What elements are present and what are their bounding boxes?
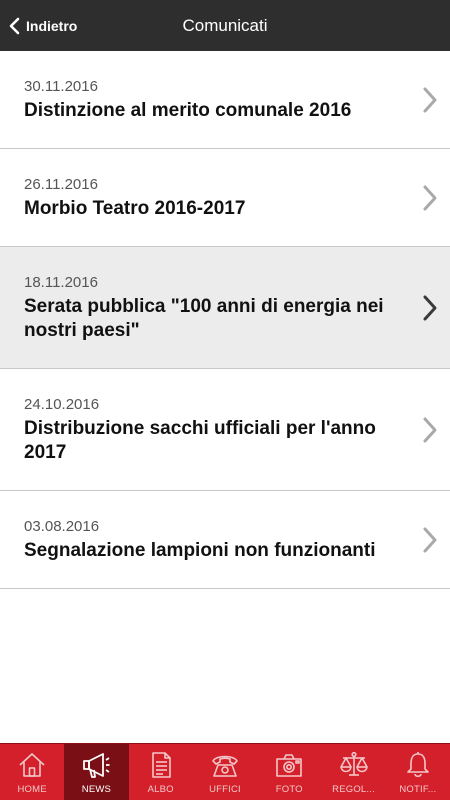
tab-albo[interactable]: ALBO: [129, 744, 193, 800]
chevron-right-icon: [423, 295, 437, 320]
news-item[interactable]: 24.10.2016 Distribuzione sacchi ufficial…: [0, 369, 450, 491]
news-title: Segnalazione lampioni non funzionanti: [24, 540, 376, 561]
tab-news[interactable]: NEWS: [64, 744, 129, 800]
news-date: 18.11.2016: [24, 274, 98, 291]
tab-foto[interactable]: FOTO: [257, 744, 321, 800]
scales-icon: [339, 751, 368, 776]
tab-label: NOTIF...: [399, 784, 437, 795]
news-date: 26.11.2016: [24, 176, 98, 193]
tab-uffici[interactable]: UFFICI: [193, 744, 257, 800]
news-item[interactable]: 30.11.2016 Distinzione al merito comunal…: [0, 51, 450, 149]
tab-label: HOME: [17, 784, 47, 795]
bell-icon: [407, 752, 429, 778]
tab-notifiche[interactable]: NOTIF...: [386, 744, 450, 800]
tab-regolamenti[interactable]: REGOL...: [321, 744, 385, 800]
back-button[interactable]: Indietro: [8, 0, 77, 51]
news-date: 30.11.2016: [24, 78, 98, 95]
news-title: Morbio Teatro 2016-2017: [24, 198, 246, 219]
news-date: 03.08.2016: [24, 518, 100, 535]
chevron-right-icon: [423, 417, 437, 442]
chevron-right-icon: [423, 185, 437, 210]
home-icon: [19, 753, 45, 777]
tab-label: REGOL...: [332, 784, 375, 795]
news-date: 24.10.2016: [24, 396, 100, 413]
chevron-left-icon: [9, 17, 20, 34]
chevron-right-icon: [423, 87, 437, 112]
document-icon: [151, 752, 171, 778]
tab-label: UFFICI: [209, 784, 241, 795]
megaphone-icon: [83, 753, 110, 778]
tab-label: ALBO: [147, 784, 174, 795]
news-title: Distribuzione sacchi ufficiali per l'ann…: [24, 418, 376, 463]
news-title: Distinzione al merito comunale 2016: [24, 100, 352, 121]
news-item[interactable]: 26.11.2016 Morbio Teatro 2016-2017: [0, 149, 450, 247]
top-bar: Indietro Comunicati: [0, 0, 450, 51]
telephone-icon: [212, 755, 238, 777]
news-list: 30.11.2016 Distinzione al merito comunal…: [0, 51, 450, 589]
back-label: Indietro: [26, 17, 78, 34]
news-item[interactable]: 03.08.2016 Segnalazione lampioni non fun…: [0, 491, 450, 589]
tab-label: NEWS: [81, 784, 112, 795]
camera-icon: [276, 754, 303, 777]
chevron-right-icon: [423, 527, 437, 552]
news-title: Serata pubblica "100 anni di energia nei…: [24, 296, 384, 341]
tab-home[interactable]: HOME: [0, 744, 64, 800]
tab-label: FOTO: [275, 784, 303, 795]
bottom-tab-bar: HOME NEWS ALBO UFFICI FOTO REGOL... NOTI…: [0, 743, 450, 800]
news-item[interactable]: 18.11.2016 Serata pubblica "100 anni di …: [0, 247, 450, 369]
